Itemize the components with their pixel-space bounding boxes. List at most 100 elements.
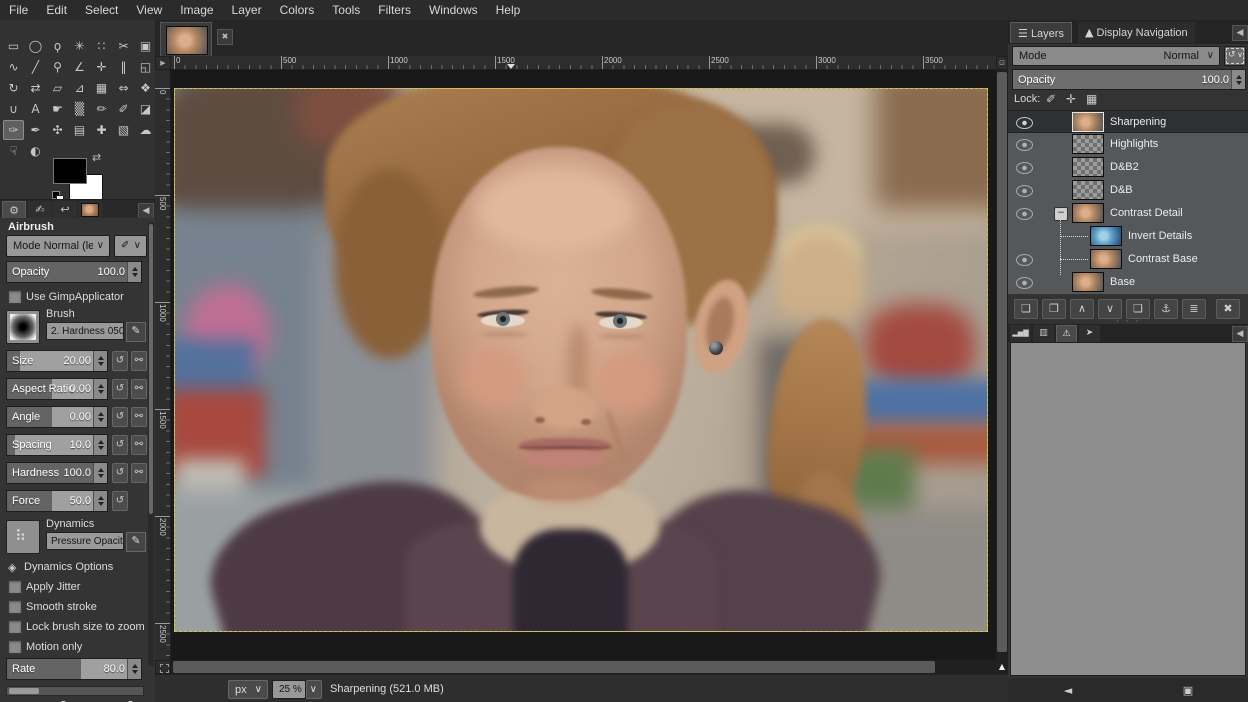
visibility-eye-icon[interactable] (1016, 162, 1033, 174)
layer-name[interactable]: D&B2 (1110, 161, 1139, 173)
rate-slider[interactable]: Rate 80.0 (6, 658, 142, 680)
aspect-ratio-slider[interactable]: Aspect Ratio 0.00 (6, 378, 108, 400)
canvas-vscrollbar[interactable] (996, 70, 1008, 660)
tool-blur-sharpen[interactable]: ☁ (135, 120, 156, 140)
left-tab-menu-button[interactable]: ◀ (138, 203, 154, 219)
lock-brush-size-checkbox[interactable] (8, 620, 22, 634)
menu-image[interactable]: Image (171, 0, 222, 20)
tool-rectangle-select[interactable]: ▭ (3, 36, 24, 56)
visibility-eye-icon[interactable] (1016, 277, 1033, 289)
menu-tools[interactable]: Tools (323, 0, 369, 20)
spacing-link-button[interactable]: ⚯ (131, 435, 147, 455)
tab-device-status[interactable]: ✍ (28, 201, 52, 219)
opacity-slider[interactable]: Opacity 100.0 (6, 261, 142, 283)
console-save-button[interactable]: ▣ (1176, 681, 1200, 701)
paint-mode-menu-button[interactable]: ✐ ∨ (114, 235, 147, 257)
save-preset-button[interactable]: ↧ (12, 698, 34, 702)
zoom-value-field[interactable]: 25 % (272, 680, 306, 699)
swap-colors-icon[interactable]: ⇄ (92, 151, 101, 164)
tool-ink[interactable]: ✒ (25, 120, 46, 140)
lower-layer-button[interactable]: ∨ (1098, 299, 1122, 319)
layer-name[interactable]: Base (1110, 276, 1135, 288)
new-layer-button[interactable]: ❏ (1014, 299, 1038, 319)
tool-eraser[interactable]: ◪ (135, 99, 156, 119)
layer-name[interactable]: D&B (1110, 184, 1133, 196)
brush-preview-button[interactable] (6, 310, 40, 344)
lock-position-icon[interactable]: ✛ (1066, 92, 1076, 106)
unit-dropdown[interactable]: px ∨ (228, 680, 268, 699)
menu-windows[interactable]: Windows (420, 0, 487, 20)
lower-tab-menu-button[interactable]: ◀ (1232, 326, 1248, 342)
aspect-ratio-reset-button[interactable]: ↺ (112, 379, 128, 399)
duplicate-layer-button[interactable]: ❑ (1126, 299, 1150, 319)
reset-tool-button[interactable]: ↻ (122, 698, 144, 702)
menu-colors[interactable]: Colors (271, 0, 324, 20)
tool-zoom[interactable]: ⚲ (47, 57, 68, 77)
image-tab[interactable] (160, 22, 212, 56)
size-slider[interactable]: Size 20.00 (6, 350, 108, 372)
hardness-slider[interactable]: Hardness 100.0 (6, 462, 108, 484)
hardness-reset-button[interactable]: ↺ (112, 463, 128, 483)
opacity-spinner[interactable] (127, 262, 141, 282)
menu-select[interactable]: Select (76, 0, 127, 20)
force-slider[interactable]: Force 50.0 (6, 490, 108, 512)
tool-perspective[interactable]: ⊿ (69, 78, 90, 98)
layer-row-invert-details[interactable]: Invert Details (1008, 225, 1248, 248)
layer-row-contrast-detail[interactable]: − Contrast Detail (1008, 202, 1248, 225)
restore-preset-button[interactable]: ↺ (50, 698, 72, 702)
anchor-layer-button[interactable]: ⚓ (1154, 299, 1178, 319)
tab-layers[interactable]: ☰ Layers (1010, 22, 1072, 43)
rate-spinner[interactable] (127, 659, 141, 679)
force-reset-button[interactable]: ↺ (112, 491, 128, 511)
angle-link-button[interactable]: ⚯ (131, 407, 147, 427)
aspect-ratio-spinner[interactable] (93, 379, 107, 399)
menu-help[interactable]: Help (487, 0, 530, 20)
size-reset-button[interactable]: ↺ (112, 351, 128, 371)
aspect-ratio-link-button[interactable]: ⚯ (131, 379, 147, 399)
layer-row-base[interactable]: Base (1008, 271, 1248, 294)
tool-paintbrush[interactable]: ✐ (113, 99, 134, 119)
tool-flip[interactable]: ⇄ (25, 78, 46, 98)
visibility-eye-icon[interactable] (1016, 208, 1033, 220)
tool-crop[interactable]: ◱ (135, 57, 156, 77)
size-spinner[interactable] (93, 351, 107, 371)
layer-name[interactable]: Invert Details (1128, 230, 1192, 242)
tool-mypaint-brush[interactable]: ✣ (47, 120, 68, 140)
angle-spinner[interactable] (93, 407, 107, 427)
tool-airbrush[interactable]: ✑ (3, 120, 24, 140)
layer-name[interactable]: Sharpening (1110, 116, 1166, 128)
zoom-dropdown-button[interactable]: ∨ (306, 680, 322, 699)
gimpapplicator-checkbox[interactable] (8, 290, 22, 304)
layer-row-contrast-base[interactable]: Contrast Base (1008, 248, 1248, 271)
tool-scissors-select[interactable]: ✂ (113, 36, 134, 56)
dynamics-options-expander[interactable]: Dynamics Options (24, 561, 113, 573)
menu-filters[interactable]: Filters (369, 0, 420, 20)
hardness-spinner[interactable] (93, 463, 107, 483)
angle-reset-button[interactable]: ↺ (112, 407, 128, 427)
menu-file[interactable]: File (0, 0, 37, 20)
tool-align[interactable]: ‖ (113, 57, 134, 77)
layer-row-highlights[interactable]: Highlights (1008, 133, 1248, 156)
tool-handle-transform[interactable]: ❖ (135, 78, 156, 98)
tab-undo-history[interactable]: ↩ (53, 201, 77, 219)
force-spinner[interactable] (93, 491, 107, 511)
size-link-button[interactable]: ⚯ (131, 351, 147, 371)
zoom-fit-button[interactable]: ⊡ (996, 56, 1008, 70)
tool-3d-transform[interactable]: ▦ (91, 78, 112, 98)
dynamics-edit-button[interactable]: ✎ (126, 532, 146, 552)
tool-text[interactable]: A (25, 99, 46, 119)
menu-edit[interactable]: Edit (37, 0, 76, 20)
canvas-viewport[interactable] (171, 70, 996, 660)
layer-opacity-spinner[interactable] (1231, 70, 1245, 89)
layer-row-sharpening[interactable]: Sharpening (1008, 110, 1248, 133)
tab-error-console[interactable]: ⚠ (1056, 325, 1077, 342)
tool-color-picker[interactable]: ╱ (25, 57, 46, 77)
tab-channels[interactable]: ▥ (1033, 325, 1054, 342)
smooth-stroke-checkbox[interactable] (8, 600, 22, 614)
tool-ellipse-select[interactable]: ◯ (25, 36, 46, 56)
layer-mode-dropdown[interactable]: Mode Normal ∨ (1012, 46, 1220, 66)
tab-display-navigation[interactable]: ▲ Display Navigation (1078, 22, 1195, 43)
spacing-spinner[interactable] (93, 435, 107, 455)
motion-only-checkbox[interactable] (8, 640, 22, 654)
visibility-eye-icon[interactable] (1016, 254, 1033, 266)
